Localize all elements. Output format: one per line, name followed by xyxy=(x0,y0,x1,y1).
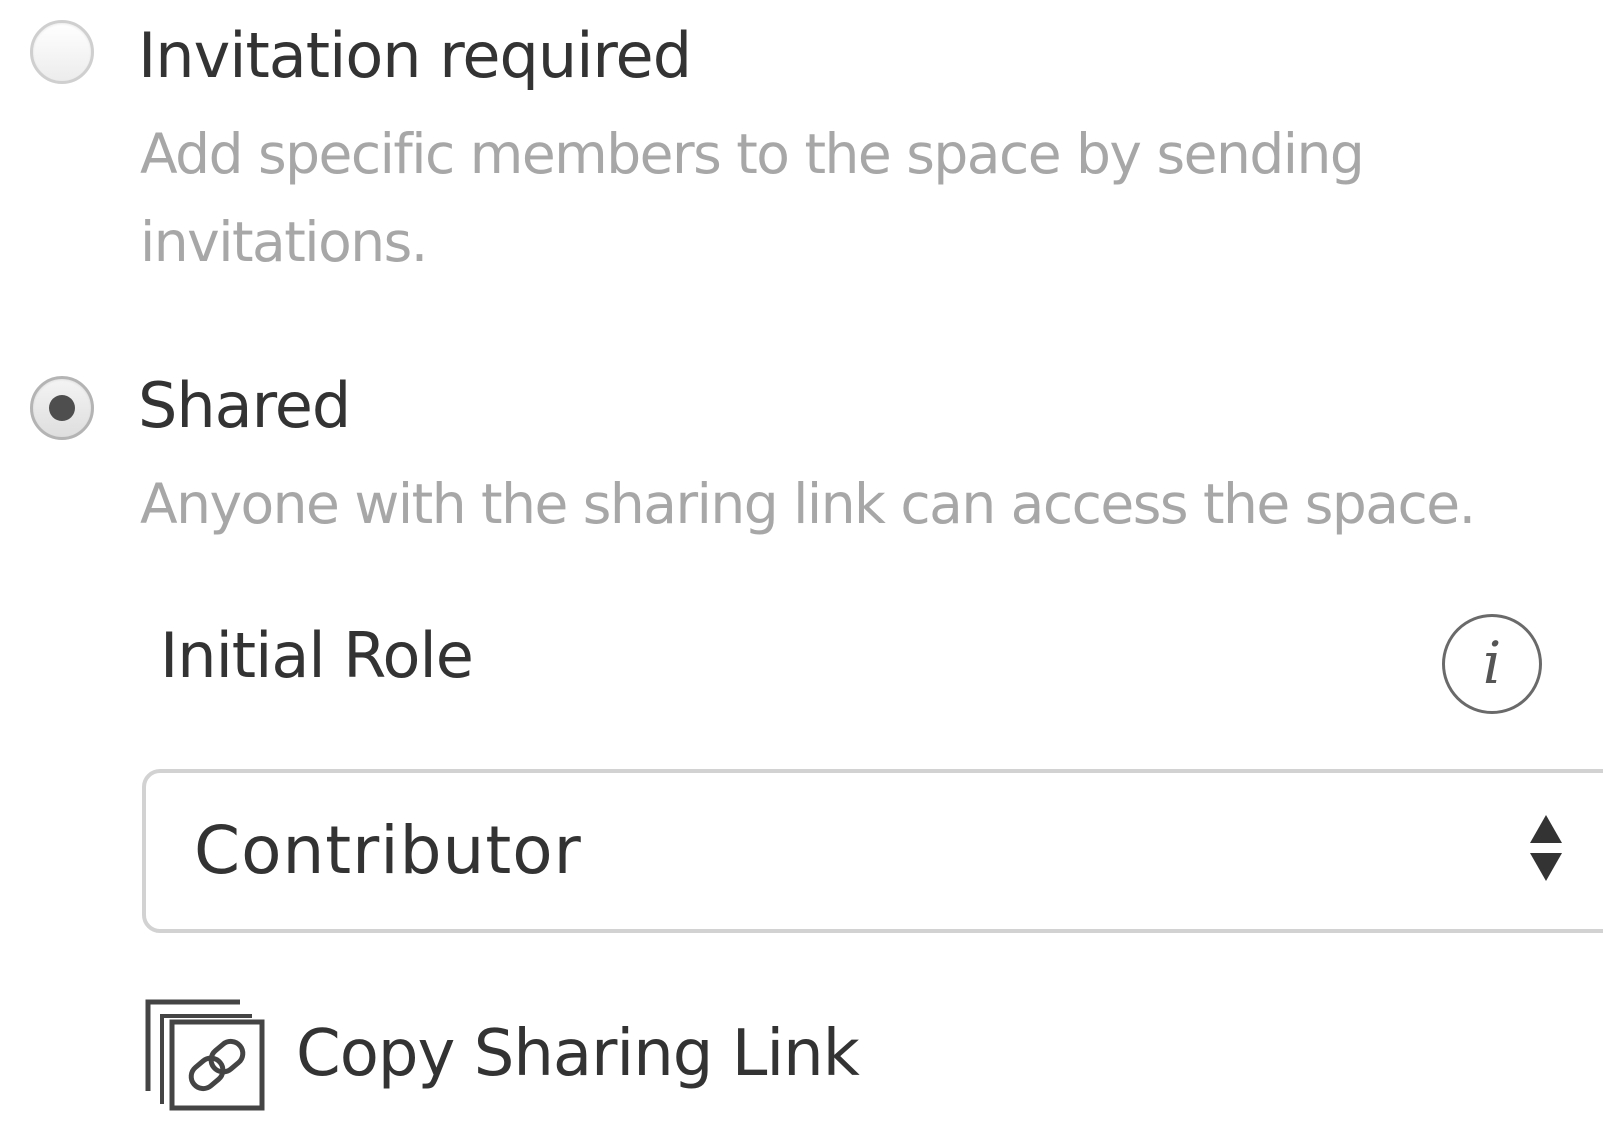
copy-link-icon xyxy=(145,999,265,1111)
initial-role-label: Initial Role xyxy=(160,619,474,692)
initial-role-selected-value: Contributor xyxy=(194,812,582,889)
initial-role-select[interactable]: Contributor xyxy=(142,769,1603,933)
copy-sharing-link-label: Copy Sharing Link xyxy=(296,1017,860,1091)
shared-description: Anyone with the sharing link can access … xyxy=(140,472,1476,536)
up-down-arrows-icon xyxy=(1530,815,1562,881)
invitation-required-description: Add specific members to the space by sen… xyxy=(140,122,1365,274)
shared-radio[interactable] xyxy=(30,376,94,440)
sharing-settings-panel: Invitation required Add specific members… xyxy=(0,0,1603,1135)
invitation-required-label[interactable]: Invitation required xyxy=(138,18,692,94)
info-icon[interactable]: i xyxy=(1442,614,1542,714)
shared-label[interactable]: Shared xyxy=(138,368,351,444)
radio-selected-dot xyxy=(49,395,75,421)
invitation-required-radio[interactable] xyxy=(30,20,94,84)
